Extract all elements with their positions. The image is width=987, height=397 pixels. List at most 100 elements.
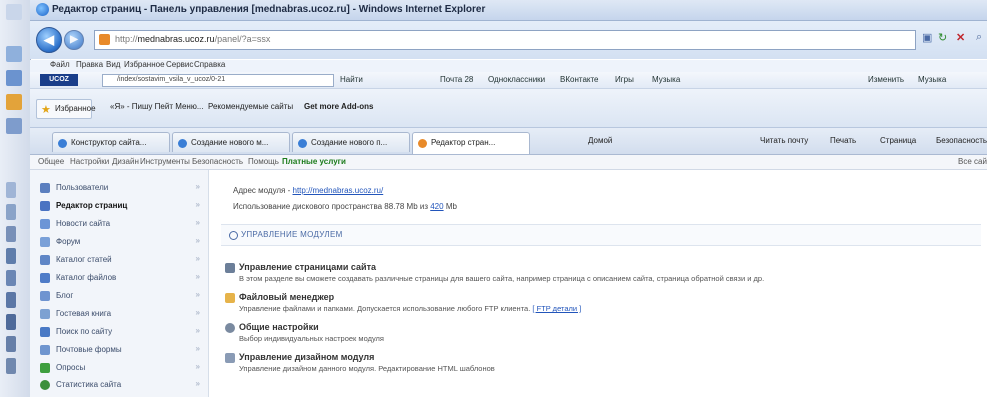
page-menu-button[interactable]: Страница <box>880 136 916 145</box>
panel-menu-security[interactable]: Безопасность <box>192 157 243 166</box>
toolbar-link[interactable]: Музыка <box>918 75 946 84</box>
home-button[interactable]: Домой <box>588 136 612 145</box>
panel-menu-all-sites[interactable]: Все сайты <box>958 157 987 166</box>
sidebar-item-label: Блог <box>56 291 74 300</box>
favorites-button-label: Избранное <box>55 104 96 113</box>
menu-tools[interactable]: Сервис <box>166 60 193 69</box>
stop-icon[interactable]: ✕ <box>956 31 965 44</box>
favorites-item[interactable]: «Я» - Пишу Пейт Меню... <box>110 102 204 111</box>
toolbar-search-input[interactable]: /index/sostavim_vsila_v_ucoz/0-21 <box>102 74 334 87</box>
forward-button[interactable]: ▶ <box>64 30 84 50</box>
menu-file[interactable]: Файл <box>50 60 70 69</box>
address-input[interactable]: http://mednabras.ucoz.ru/panel/?a=ssx <box>94 30 916 50</box>
menu-view[interactable]: Вид <box>106 60 120 69</box>
sidebar-item-site-search[interactable]: Поиск по сайту » <box>38 324 206 340</box>
sidebar-item-news[interactable]: Новости сайта » <box>38 216 206 232</box>
toolbar-icon[interactable] <box>6 226 16 242</box>
panel-menu-general[interactable]: Общее <box>38 157 64 166</box>
print-button[interactable]: Печать <box>830 136 856 145</box>
module-address-link[interactable]: http://mednabras.ucoz.ru/ <box>293 186 384 195</box>
module-description: Управление файлами и папками. Допускаетс… <box>239 304 581 313</box>
toolbar-link[interactable]: Найти <box>340 75 363 84</box>
window-title-bar: Редактор страниц - Панель управления [me… <box>30 0 987 21</box>
users-icon <box>40 183 50 193</box>
module-title-link[interactable]: Общие настройки <box>239 322 319 332</box>
toolbar-icon[interactable] <box>6 182 16 198</box>
toolbar-icon[interactable] <box>6 4 22 20</box>
toolbar-link[interactable]: Игры <box>615 75 634 84</box>
tab-label: Редактор стран... <box>431 138 496 147</box>
panel-menu-settings[interactable]: Настройки <box>70 157 109 166</box>
toolbar-link[interactable]: Изменить <box>868 75 904 84</box>
disk-usage-limit-link[interactable]: 420 <box>430 202 443 211</box>
address-prefix: http:// <box>115 34 138 44</box>
toolbar-icon[interactable] <box>6 248 16 264</box>
panel-menu-help[interactable]: Помощь <box>248 157 279 166</box>
module-title-link[interactable]: Управление страницами сайта <box>239 262 376 272</box>
chevron-right-icon: » <box>195 379 200 388</box>
compatibility-icon[interactable]: ▣ <box>922 31 932 44</box>
toolbar-link[interactable]: Одноклассники <box>488 75 545 84</box>
module-description: В этом разделе вы сможете создавать разл… <box>239 274 765 283</box>
read-mail-button[interactable]: Читать почту <box>760 136 808 145</box>
favorites-button[interactable]: ★ Избранное <box>36 99 96 119</box>
favorites-item[interactable]: Рекомендуемые сайты <box>208 102 293 111</box>
tab-page-editor[interactable]: Редактор стран... <box>412 132 530 154</box>
module-address-label: Адрес модуля - <box>233 186 293 195</box>
sidebar-item-users[interactable]: Пользователи » <box>38 180 206 196</box>
panel-menu-paid-services[interactable]: Платные услуги <box>282 157 346 166</box>
sidebar-item-forum[interactable]: Форум » <box>38 234 206 250</box>
folder-icon <box>225 293 235 303</box>
sidebar-item-statistics[interactable]: Статистика сайта » <box>38 377 206 393</box>
sidebar-item-mail-forms[interactable]: Почтовые формы » <box>38 342 206 358</box>
back-button[interactable]: ◀ <box>36 27 62 53</box>
refresh-icon[interactable]: ↻ <box>938 31 947 44</box>
search-icon <box>40 327 50 337</box>
favorites-item[interactable]: Get more Add-ons <box>304 102 373 111</box>
ucoz-logo[interactable]: UCOZ <box>40 74 78 86</box>
toolbar-link[interactable]: Музыка <box>652 75 680 84</box>
toolbar-link[interactable]: Почта 28 <box>440 75 473 84</box>
tab-new-page[interactable]: Создание нового п... <box>292 132 410 152</box>
design-template-icon <box>225 353 235 363</box>
sidebar-item-files[interactable]: Каталог файлов » <box>38 270 206 286</box>
panel-menu-design[interactable]: Дизайн <box>112 157 139 166</box>
sidebar-item-articles[interactable]: Каталог статей » <box>38 252 206 268</box>
sidebar-item-label: Пользователи <box>56 183 109 192</box>
search-icon[interactable]: ⌕ <box>976 31 982 44</box>
panel-menu: Общее Настройки Дизайн Инструменты Безоп… <box>30 155 987 170</box>
toolbar-icon[interactable] <box>6 70 22 86</box>
safety-menu-button[interactable]: Безопасность <box>936 136 987 145</box>
panel-menu-tools[interactable]: Инструменты <box>140 157 190 166</box>
menu-help[interactable]: Справка <box>194 60 225 69</box>
toolbar-icon[interactable] <box>6 46 22 62</box>
module-title-link[interactable]: Файловый менеджер <box>239 292 334 302</box>
toolbar-icon[interactable] <box>6 204 16 220</box>
module-address-line: Адрес модуля - http://mednabras.ucoz.ru/ <box>233 186 383 195</box>
tab-constructor[interactable]: Конструктор сайта... <box>52 132 170 152</box>
menu-favorites[interactable]: Избранное <box>124 60 165 69</box>
sidebar-item-guestbook[interactable]: Гостевая книга » <box>38 306 206 322</box>
module-title-link[interactable]: Управление дизайном модуля <box>239 352 374 362</box>
toolbar-icon[interactable] <box>6 118 22 134</box>
toolbar-icon[interactable] <box>6 94 22 110</box>
toolbar-icon[interactable] <box>6 358 16 374</box>
chevron-right-icon: » <box>195 218 200 227</box>
toolbar-icon[interactable] <box>6 292 16 308</box>
toolbar-icon[interactable] <box>6 314 16 330</box>
menu-edit[interactable]: Правка <box>76 60 103 69</box>
page-icon <box>298 139 307 148</box>
ftp-details-link[interactable]: [ FTP детали ] <box>532 304 581 313</box>
sidebar-item-blog[interactable]: Блог » <box>38 288 206 304</box>
toolbar-icon[interactable] <box>6 270 16 286</box>
tab-new-module[interactable]: Создание нового м... <box>172 132 290 152</box>
guestbook-icon <box>40 309 50 319</box>
toolbar-icon[interactable] <box>6 336 16 352</box>
mail-form-icon <box>40 345 50 355</box>
sidebar-item-polls[interactable]: Опросы » <box>38 360 206 376</box>
toolbar-link[interactable]: ВКонтакте <box>560 75 599 84</box>
modules-header-title: УПРАВЛЕНИЕ МОДУЛЕМ <box>241 230 343 239</box>
sidebar-item-page-editor[interactable]: Редактор страниц » <box>38 198 206 214</box>
sidebar-item-label: Опросы <box>56 363 86 372</box>
left-vertical-toolbar <box>0 0 31 397</box>
